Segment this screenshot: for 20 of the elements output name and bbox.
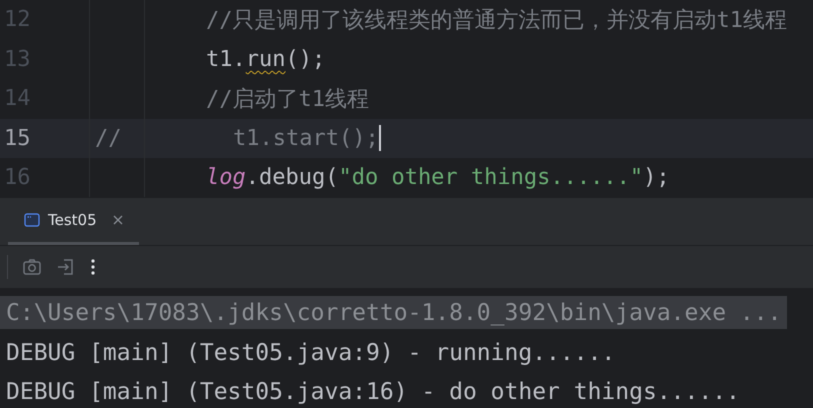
code-token: ); bbox=[643, 165, 670, 190]
console-output: DEBUG [main] (Test05.java:16) - do other things...... bbox=[5, 378, 741, 407]
comment-marker: // bbox=[95, 126, 122, 151]
text-cursor bbox=[378, 125, 381, 152]
code-token: (); bbox=[286, 46, 326, 72]
sign-in-icon[interactable] bbox=[56, 257, 76, 277]
code-token: t1.start(); bbox=[233, 126, 379, 151]
window-icon bbox=[24, 212, 40, 228]
close-icon[interactable] bbox=[112, 215, 123, 225]
more-icon[interactable] bbox=[90, 257, 96, 277]
code-token: run bbox=[246, 46, 286, 72]
line-number: 15 bbox=[4, 126, 30, 151]
code-token: t1. bbox=[206, 46, 246, 72]
console-output: DEBUG [main] (Test05.java:9) - running...... bbox=[5, 338, 616, 368]
camera-icon[interactable] bbox=[22, 257, 42, 277]
code-token: .debug( bbox=[246, 165, 338, 190]
code-token: log bbox=[206, 165, 246, 190]
code-token: "do other things......" bbox=[338, 165, 644, 190]
code-token: //只是调用了该线程类的普通方法而已，并没有启动t1线程 bbox=[206, 6, 787, 35]
code-token: //启动了t1线程 bbox=[206, 86, 369, 114]
